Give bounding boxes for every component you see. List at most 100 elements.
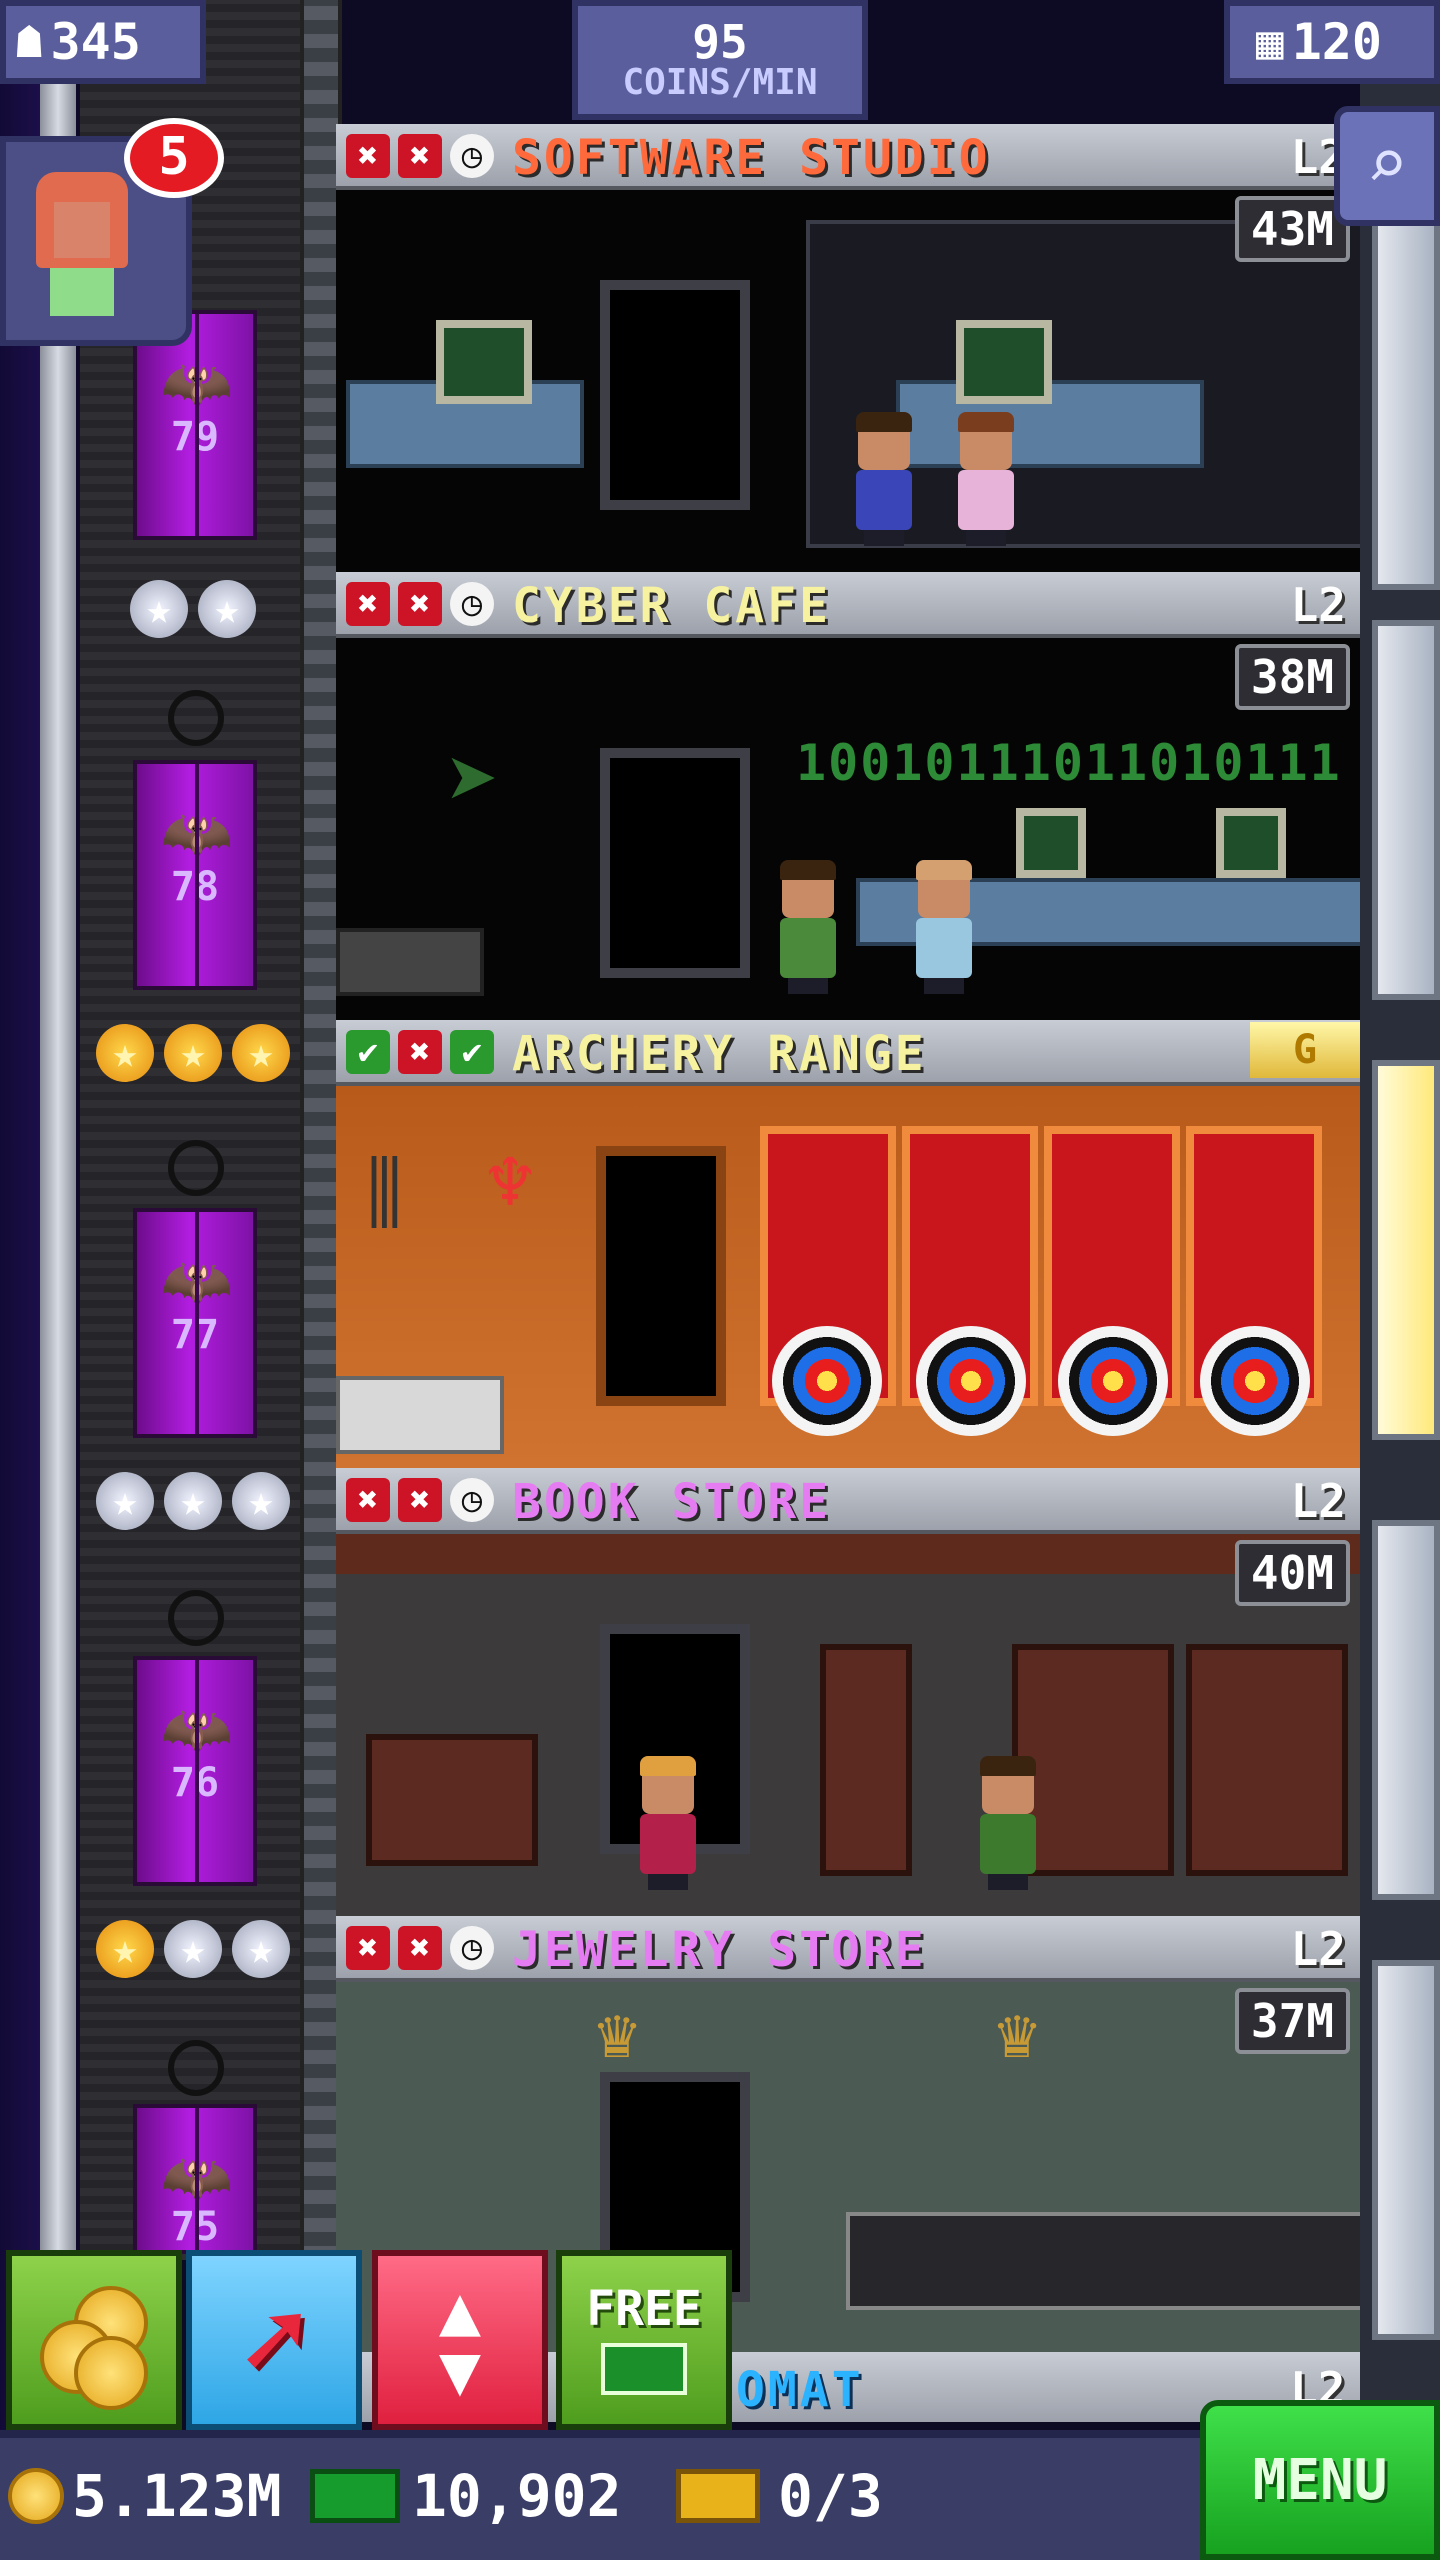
floor-name: ARCHERY RANGE	[512, 1026, 927, 1082]
population-counter[interactable]: ☗ 345	[0, 0, 206, 84]
stock-amount: 43M	[1234, 196, 1350, 262]
elevator-button[interactable]: ▲ ▼	[372, 2250, 548, 2430]
star-icon: ★	[96, 1024, 154, 1082]
shaft-gear-icon	[168, 2040, 224, 2096]
coins-balance[interactable]: 5.123M	[8, 2462, 282, 2530]
vip-button[interactable]: ➚	[186, 2250, 362, 2430]
tickets-value: 0/3	[778, 2462, 883, 2530]
x-icon: ✖	[346, 1926, 390, 1970]
star-icon: ★	[232, 1472, 290, 1530]
free-label: FREE	[586, 2281, 702, 2337]
shaft-gear-icon	[168, 1590, 224, 1646]
resident[interactable]	[976, 1756, 1040, 1890]
check-icon: ✔	[346, 1030, 390, 1074]
coins-icon	[34, 2280, 154, 2410]
coins-button[interactable]	[6, 2250, 182, 2430]
star-icon: ★	[198, 580, 256, 638]
star-rating-77: ★ ★ ★	[96, 1024, 290, 1082]
floor-count-value: 120	[1291, 13, 1383, 71]
coins-per-min-value: 95	[692, 15, 748, 69]
floor-book-store[interactable]: ✖ ✖ ◷ BOOK STORE L2 40M	[336, 1468, 1360, 1916]
monitor-icon	[1016, 808, 1086, 878]
star-rating-75: ★ ★ ★	[96, 1920, 290, 1978]
bux-icon	[310, 2469, 400, 2523]
x-icon: ✖	[346, 1478, 390, 1522]
coins-value: 5.123M	[72, 2462, 282, 2530]
resident[interactable]	[852, 412, 916, 546]
star-icon: ★	[96, 1472, 154, 1530]
stock-amount: 40M	[1234, 1540, 1350, 1606]
floor-header: ✖ ✖ ◷ SOFTWARE STUDIO L2	[336, 124, 1360, 190]
floor-name: CYBER CAFE	[512, 578, 831, 634]
x-icon: ✖	[398, 1030, 442, 1074]
archery-target-icon	[916, 1326, 1026, 1436]
room-interior	[336, 190, 1360, 572]
floor-archery-range[interactable]: ✔ ✖ ✔ ARCHERY RANGE G ⫼ ♆	[336, 1020, 1360, 1468]
x-icon: ✖	[398, 1478, 442, 1522]
archery-target-icon	[1058, 1326, 1168, 1436]
restock-status: ✔ ✖ ✔	[346, 1030, 494, 1074]
floor-cyber-cafe[interactable]: ✖ ✖ ◷ CYBER CAFE L2 10010111011010111 ➤	[336, 572, 1360, 1020]
monitor-icon	[436, 320, 532, 404]
elevator-door-76[interactable]: 🦇 76	[133, 1656, 257, 1886]
floor-name: BOOK STORE	[512, 1474, 831, 1530]
floor-level: L2	[1290, 578, 1346, 632]
arrow-rack-icon: ⫼	[366, 1146, 403, 1239]
shaft-gear-icon	[168, 1140, 224, 1196]
side-window-lit	[1372, 1060, 1440, 1440]
restock-status: ✖ ✖ ◷	[346, 582, 494, 626]
quiver-icon: ♆	[486, 1136, 535, 1229]
floor-header: ✖ ✖ ◷ JEWELRY STORE L2	[336, 1916, 1360, 1982]
ticket-icon	[676, 2469, 760, 2523]
counter	[336, 928, 484, 996]
counter	[336, 1376, 504, 1454]
bitizen-avatar	[36, 172, 128, 322]
binary-text: 10010111011010111	[796, 734, 1342, 792]
tickets-balance[interactable]: 0/3	[676, 2462, 883, 2530]
gold-ticket-tag[interactable]: G	[1250, 1022, 1360, 1078]
elevator-door-75[interactable]: 🦇 75	[133, 2104, 257, 2254]
free-bux-button[interactable]: FREE	[556, 2250, 732, 2430]
clock-icon: ◷	[450, 1926, 494, 1970]
chandelier-icon: ♛	[996, 1992, 1039, 2074]
search-button[interactable]: ⌕	[1334, 106, 1440, 226]
stock-amount: 37M	[1234, 1988, 1350, 2054]
resident[interactable]	[954, 412, 1018, 546]
menu-button[interactable]: MENU	[1200, 2400, 1440, 2560]
floor-software-studio[interactable]: ✖ ✖ ◷ SOFTWARE STUDIO L2 43M	[336, 124, 1360, 572]
clock-icon: ◷	[450, 582, 494, 626]
floor-counter[interactable]: ▦ 120	[1224, 0, 1440, 84]
resident[interactable]	[776, 860, 840, 994]
star-icon: ★	[164, 1920, 222, 1978]
x-icon: ✖	[398, 1926, 442, 1970]
floor-header: ✖ ✖ ◷ CYBER CAFE L2	[336, 572, 1360, 638]
elevator-door-78[interactable]: 🦇 78	[133, 760, 257, 990]
bat-icon: 🦇	[160, 350, 234, 418]
star-icon: ★	[232, 1920, 290, 1978]
x-icon: ✖	[346, 134, 390, 178]
floor-number: 75	[170, 2204, 220, 2250]
star-icon: ★	[164, 1472, 222, 1530]
bookshelf	[1186, 1644, 1348, 1876]
shaft-gear-icon	[168, 690, 224, 746]
star-rating-78: ★ ★	[130, 580, 256, 638]
cursor-icon: ➤	[446, 728, 501, 833]
archery-target-icon	[1200, 1326, 1310, 1436]
bat-icon: 🦇	[160, 1248, 234, 1316]
floor-level: L2	[1290, 1474, 1346, 1528]
side-window	[1372, 620, 1440, 1000]
chandelier-icon: ♛	[596, 1992, 639, 2074]
elevator-door-77[interactable]: 🦇 77	[133, 1208, 257, 1438]
star-icon: ★	[96, 1920, 154, 1978]
population-value: 345	[50, 13, 141, 71]
clock-icon: ◷	[450, 134, 494, 178]
bux-balance[interactable]: 10,902	[310, 2462, 622, 2530]
coin-icon	[8, 2468, 64, 2524]
resident[interactable]	[636, 1756, 700, 1890]
star-icon: ★	[232, 1024, 290, 1082]
stock-amount: 38M	[1234, 644, 1350, 710]
resident[interactable]	[912, 860, 976, 994]
building-icon: ▦	[1256, 15, 1284, 69]
floor-number: 78	[170, 864, 220, 910]
bux-value: 10,902	[412, 2462, 622, 2530]
